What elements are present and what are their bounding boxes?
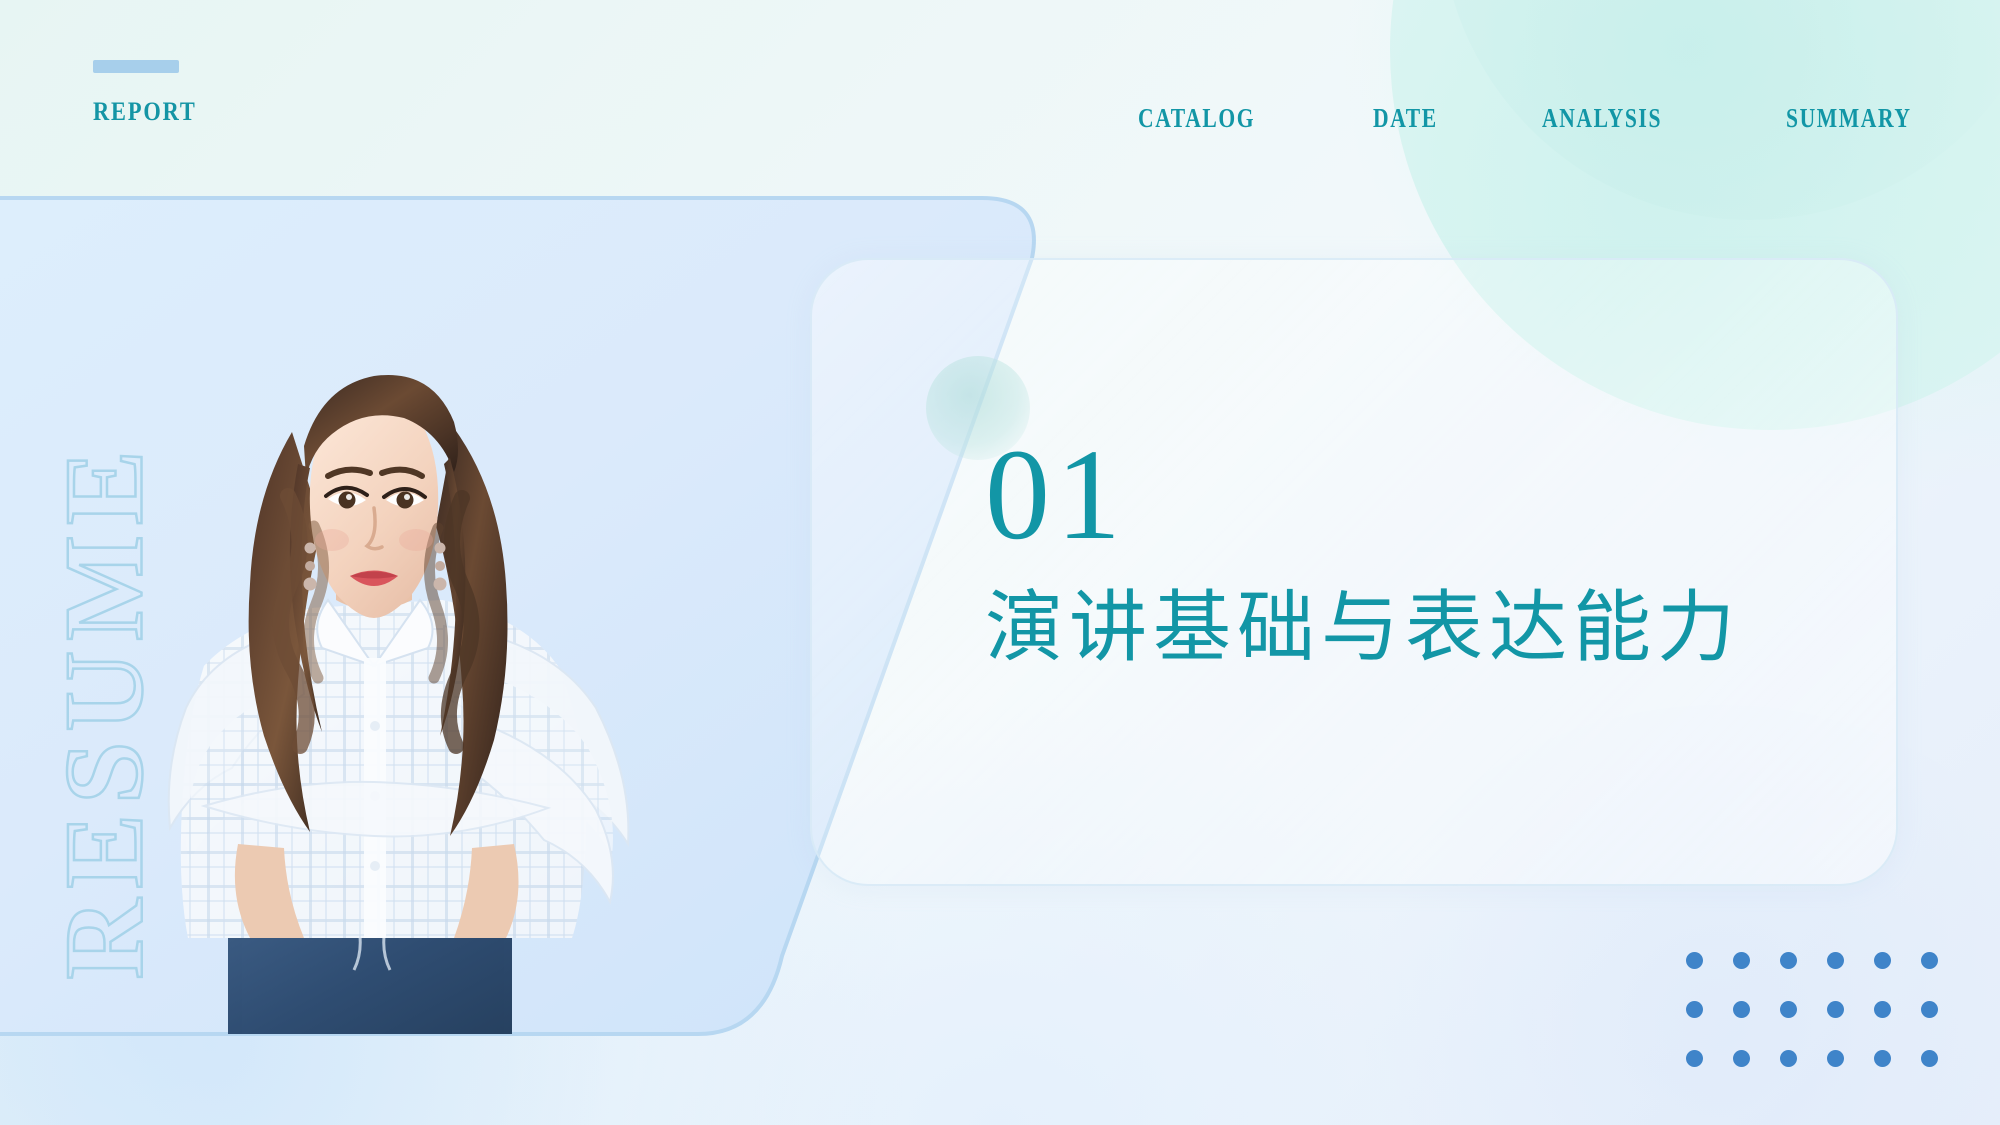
grid-dot xyxy=(1921,1050,1938,1067)
grid-dot xyxy=(1874,1050,1891,1067)
grid-dot xyxy=(1921,1001,1938,1018)
grid-dot xyxy=(1780,1001,1797,1018)
grid-dot xyxy=(1733,1050,1750,1067)
grid-dot xyxy=(1686,1050,1703,1067)
grid-dot xyxy=(1733,1001,1750,1018)
grid-dot xyxy=(1780,952,1797,969)
nav-item-analysis[interactable]: ANALYSIS xyxy=(1542,103,1662,134)
nav-item-summary[interactable]: SUMMARY xyxy=(1786,103,1912,134)
grid-dot xyxy=(1686,952,1703,969)
nav-item-catalog[interactable]: CATALOG xyxy=(1138,103,1255,134)
grid-dot xyxy=(1733,952,1750,969)
vertical-resume-label: RESUME xyxy=(41,439,168,981)
nav-item-date[interactable]: DATE xyxy=(1373,103,1438,134)
grid-dot xyxy=(1921,952,1938,969)
slide-root: RESUME REPORT CATALOG DATE ANALYSIS SUMM… xyxy=(0,0,2000,1125)
top-navigation: CATALOG DATE ANALYSIS SUMMARY xyxy=(1120,103,1920,143)
slide-header: REPORT CATALOG DATE ANALYSIS SUMMARY xyxy=(0,0,2000,198)
grid-dot xyxy=(1874,952,1891,969)
section-content: 01 演讲基础与表达能力 xyxy=(985,430,1885,674)
section-title: 演讲基础与表达能力 xyxy=(985,584,1742,671)
grid-dot xyxy=(1827,1050,1844,1067)
brand-accent-bar xyxy=(93,60,179,73)
brand-block: REPORT xyxy=(93,60,214,127)
dot-grid-decoration xyxy=(1686,952,1968,1099)
section-number: 01 xyxy=(985,423,1127,567)
grid-dot xyxy=(1874,1001,1891,1018)
grid-dot xyxy=(1827,1001,1844,1018)
grid-dot xyxy=(1686,1001,1703,1018)
grid-dot xyxy=(1827,952,1844,969)
brand-label: REPORT xyxy=(93,97,197,126)
grid-dot xyxy=(1780,1050,1797,1067)
